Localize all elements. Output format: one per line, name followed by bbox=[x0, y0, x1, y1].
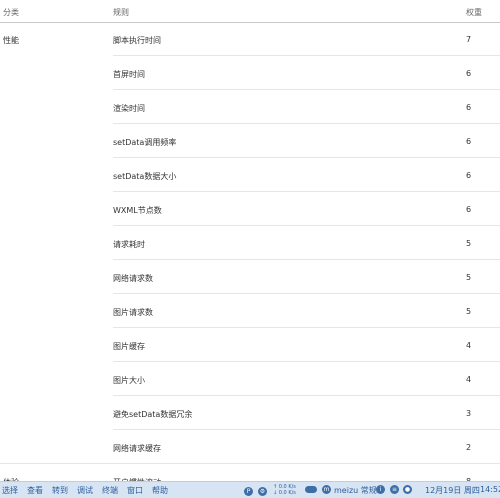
header-weight: 权重 bbox=[466, 8, 482, 17]
settings-icon[interactable]: ≡ bbox=[390, 485, 399, 494]
user-icon[interactable]: ● bbox=[403, 485, 412, 494]
cell-weight: 6 bbox=[466, 137, 472, 146]
cell-weight: 4 bbox=[466, 375, 472, 384]
clock-time[interactable]: 14:52 bbox=[480, 485, 500, 494]
gear-icon[interactable]: ⚙ bbox=[258, 487, 267, 496]
cell-weight: 6 bbox=[466, 205, 472, 214]
table-row: 避免setData数据冗余 3 bbox=[0, 396, 500, 430]
cloud-icon[interactable] bbox=[305, 486, 317, 493]
table-row: 网络请求缓存 2 bbox=[0, 430, 500, 464]
header-rule: 规则 bbox=[113, 8, 129, 17]
cell-weight: 6 bbox=[466, 103, 472, 112]
table-row: 图片缓存 4 bbox=[0, 328, 500, 362]
cell-rule: 网络请求缓存 bbox=[113, 444, 161, 453]
menu-item[interactable]: 转到 bbox=[52, 486, 68, 495]
cell-rule: WXML节点数 bbox=[113, 206, 162, 215]
menu-item[interactable]: 调试 bbox=[77, 486, 93, 495]
cell-rule: 图片大小 bbox=[113, 376, 145, 385]
table-row: 图片请求数 5 bbox=[0, 294, 500, 328]
table-row: 网络请求数 5 bbox=[0, 260, 500, 294]
cell-rule: 图片请求数 bbox=[113, 308, 153, 317]
cell-weight: 4 bbox=[466, 341, 472, 350]
table-row: setData调用频率 6 bbox=[0, 124, 500, 158]
m-icon[interactable]: m bbox=[322, 485, 331, 494]
cell-rule: setData数据大小 bbox=[113, 172, 177, 181]
menu-item[interactable]: 终端 bbox=[102, 486, 118, 495]
table-row: WXML节点数 6 bbox=[0, 192, 500, 226]
table-row: 渲染时间 6 bbox=[0, 90, 500, 124]
cell-rule: 脚本执行时间 bbox=[113, 36, 161, 45]
cell-rule: 渲染时间 bbox=[113, 104, 145, 113]
cell-category: 性能 bbox=[3, 36, 19, 45]
cell-weight: 6 bbox=[466, 171, 472, 180]
cell-weight: 3 bbox=[466, 409, 472, 418]
clock-date[interactable]: 12月19日 周四 bbox=[425, 485, 480, 496]
cell-weight: 6 bbox=[466, 69, 472, 78]
weather-status[interactable]: meizu 常规 bbox=[334, 485, 377, 496]
table-row: 图片大小 4 bbox=[0, 362, 500, 396]
menu-item[interactable]: 选择 bbox=[2, 486, 18, 495]
cell-rule: setData调用频率 bbox=[113, 138, 177, 147]
net-down: ↓ 0.0 K/s bbox=[273, 490, 296, 496]
cell-rule: 网络请求数 bbox=[113, 274, 153, 283]
cell-weight: 5 bbox=[466, 307, 472, 316]
app-menu: 选择 查看 转到 调试 终端 窗口 帮助 bbox=[2, 485, 177, 496]
cell-rule: 避免setData数据冗余 bbox=[113, 410, 193, 419]
cell-rule: 请求耗时 bbox=[113, 240, 145, 249]
table-row: setData数据大小 6 bbox=[0, 158, 500, 192]
cell-weight: 5 bbox=[466, 239, 472, 248]
cell-weight: 7 bbox=[466, 35, 472, 44]
cell-weight: 2 bbox=[466, 443, 472, 452]
cell-weight: 5 bbox=[466, 273, 472, 282]
system-taskbar: 选择 查看 转到 调试 终端 窗口 帮助 P ⚙ ↑ 0.0 K/s ↓ 0.0 K/s m… bbox=[0, 481, 500, 498]
table-row: 首屏时间 6 bbox=[0, 56, 500, 90]
menu-item[interactable]: 窗口 bbox=[127, 486, 143, 495]
menu-item[interactable]: 帮助 bbox=[152, 486, 168, 495]
network-speed: ↑ 0.0 K/s ↓ 0.0 K/s bbox=[273, 484, 296, 496]
info-icon[interactable]: i bbox=[376, 485, 385, 494]
table-header: 分类 规则 权重 bbox=[0, 0, 500, 23]
table-row: 请求耗时 5 bbox=[0, 226, 500, 260]
header-category: 分类 bbox=[3, 8, 19, 17]
p-icon[interactable]: P bbox=[244, 487, 253, 496]
table-row: 性能 脚本执行时间 7 bbox=[0, 22, 500, 56]
menu-item[interactable]: 查看 bbox=[27, 486, 43, 495]
cell-rule: 首屏时间 bbox=[113, 70, 145, 79]
cell-rule: 图片缓存 bbox=[113, 342, 145, 351]
